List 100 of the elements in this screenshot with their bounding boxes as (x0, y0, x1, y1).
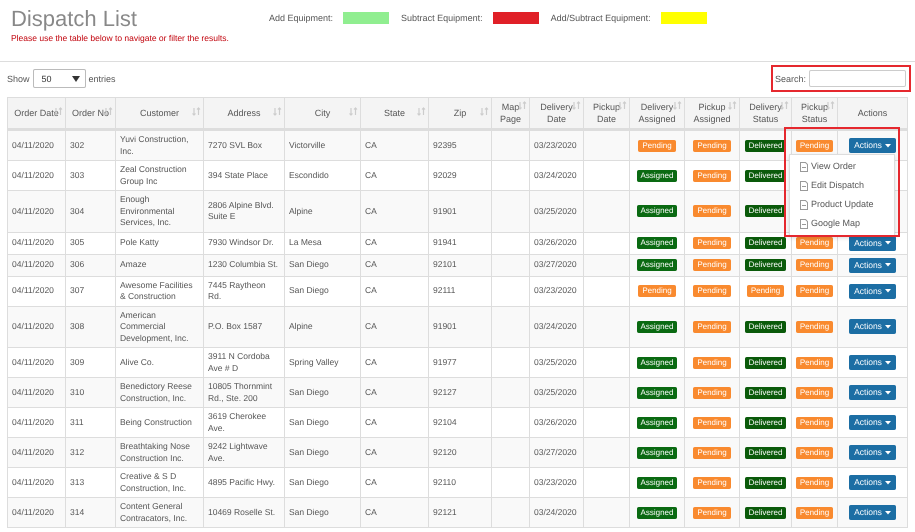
status-badge: Pending (746, 285, 784, 297)
table-cell: 10469 Roselle St. (204, 498, 284, 528)
column-header[interactable]: City (284, 98, 360, 130)
actions-button[interactable]: Actions (849, 319, 896, 334)
legend-label: Add/Subtract Equipment: (550, 13, 651, 23)
table-cell: CA (360, 190, 428, 232)
table-cell: American Commercial Development, Inc. (116, 306, 204, 348)
actions-button[interactable]: Actions (849, 385, 896, 400)
table-cell: 04/11/2020 (8, 306, 66, 348)
status-badge: Delivered (744, 170, 786, 182)
table-cell: 04/11/2020 (8, 130, 66, 160)
status-badge: Pending (693, 386, 731, 398)
status-badge: Pending (693, 205, 731, 218)
actions-button[interactable]: Actions (849, 475, 896, 490)
status-badge: Pending (693, 356, 731, 368)
caret-icon (884, 480, 891, 484)
status-badge: Pending (796, 320, 834, 333)
table-cell: 92127 (428, 378, 492, 408)
table-cell: 314 (66, 498, 116, 528)
status-badge: Pending (796, 285, 834, 297)
table-cell: Alpine (284, 190, 360, 232)
status-badge: Assigned (636, 237, 678, 249)
status-badge: Pending (693, 416, 731, 428)
table-cell: 03/23/2020 (530, 276, 584, 306)
table-cell: 306 (66, 254, 116, 276)
table-cell: CA (360, 254, 428, 276)
column-header[interactable]: Pickup Status (792, 98, 838, 130)
table-cell: San Diego (284, 438, 360, 468)
status-badge: Assigned (636, 259, 678, 271)
caret-icon (884, 324, 891, 329)
table-cell: 91941 (428, 232, 492, 254)
column-header[interactable]: Map Page (492, 98, 530, 130)
column-header[interactable]: Pickup Date (584, 98, 630, 130)
status-badge: Assigned (636, 446, 678, 458)
status-badge: Pending (693, 237, 731, 249)
actions-button[interactable]: Actions (849, 415, 896, 430)
status-badge: Delivered (744, 356, 786, 368)
actions-button[interactable]: Actions (849, 355, 896, 370)
actions-button[interactable]: Actions (849, 445, 896, 460)
table-cell: Yuvi Construction, Inc. (116, 130, 204, 160)
table-cell: CA (360, 130, 428, 160)
table-cell: 302 (66, 130, 116, 160)
status-badge: Delivered (744, 320, 786, 333)
actions-button[interactable]: Actions (849, 284, 896, 298)
status-badge: Pending (796, 506, 834, 518)
status-badge: Delivered (744, 506, 786, 518)
status-badge: Pending (796, 476, 834, 488)
dropdown-caret-icon (72, 76, 80, 82)
document-icon (800, 218, 808, 228)
document-icon (800, 200, 808, 210)
search-field[interactable] (809, 70, 906, 87)
status-badge: Delivered (744, 205, 786, 218)
table-cell: 307 (66, 276, 116, 306)
table-cell: 03/27/2020 (530, 438, 584, 468)
status-badge: Pending (796, 356, 834, 368)
column-header[interactable]: Delivery Date (530, 98, 584, 130)
table-cell: 91901 (428, 190, 492, 232)
menu-item[interactable]: Edit Dispatch (790, 176, 894, 195)
menu-item[interactable]: View Order (790, 157, 894, 176)
entries-label: entries (88, 74, 116, 84)
status-badge: Assigned (636, 205, 678, 218)
column-header[interactable]: Zip (428, 98, 492, 130)
table-cell: San Diego (284, 254, 360, 276)
status-badge: Assigned (636, 320, 678, 333)
table-cell: P.O. Box 1587 (204, 306, 284, 348)
status-badge: Pending (638, 140, 676, 152)
status-badge: Delivered (744, 237, 786, 249)
column-header[interactable]: Address (204, 98, 284, 130)
menu-item[interactable]: Product Update (790, 195, 894, 214)
table-cell: 03/25/2020 (530, 190, 584, 232)
entries-select[interactable]: 50 (32, 69, 86, 88)
status-badge: Pending (693, 285, 731, 297)
menu-item[interactable]: Google Map (790, 214, 894, 233)
column-header: Actions (838, 98, 908, 130)
status-badge: Pending (693, 140, 731, 152)
table-cell: Awesome Facilities & Construction (116, 276, 204, 306)
table-cell: 310 (66, 378, 116, 408)
column-header[interactable]: State (360, 98, 428, 130)
table-cell: Enough Environmental Services, Inc. (116, 190, 204, 232)
status-badge: Assigned (636, 170, 678, 182)
column-header[interactable]: Pickup Assigned (684, 98, 740, 130)
caret-icon (884, 289, 891, 293)
column-header[interactable]: Delivery Assigned (630, 98, 684, 130)
table-cell: 04/11/2020 (8, 498, 66, 528)
legend-label: Add Equipment: (269, 13, 334, 23)
actions-button[interactable]: Actions (849, 258, 896, 272)
table-cell: 03/27/2020 (530, 254, 584, 276)
status-badge: Pending (796, 140, 834, 152)
status-badge: Pending (693, 506, 731, 518)
status-badge: Pending (693, 259, 731, 271)
status-badge: Delivered (744, 446, 786, 458)
column-header[interactable]: Order Date (8, 98, 66, 130)
column-header[interactable]: Customer (116, 98, 204, 130)
column-header[interactable]: Delivery Status (740, 98, 792, 130)
actions-button[interactable]: Actions (849, 505, 896, 520)
table-cell: 03/24/2020 (530, 498, 584, 528)
actions-button[interactable]: Actions (849, 138, 896, 153)
table-cell: 7445 Raytheon Rd. (204, 276, 284, 306)
table-cell: 9242 Lightwave Ave. (204, 438, 284, 468)
table-cell: Victorville (284, 130, 360, 160)
